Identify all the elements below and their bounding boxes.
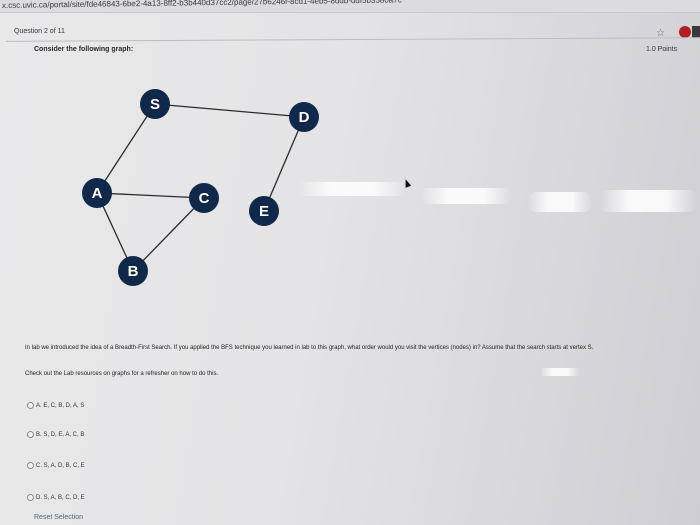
graph-node-label-s: S <box>150 96 160 113</box>
graph-node-label-c: C <box>199 190 210 207</box>
graph-node-label-e: E <box>259 203 269 220</box>
graph-edge-s-d <box>154 103 305 118</box>
radio-button[interactable] <box>27 431 34 438</box>
graph-node-label-a: A <box>92 185 103 202</box>
radio-button[interactable] <box>27 462 34 469</box>
graph-edge-a-c <box>96 192 205 199</box>
reset-selection-link[interactable]: Reset Selection <box>34 514 83 521</box>
graph-node-label-b: B <box>128 263 139 280</box>
graph-diagram: S D A C E B <box>82 89 319 286</box>
answer-option-a[interactable]: A. E, C, B, D, A, S <box>27 402 84 409</box>
answer-option-c[interactable]: C. S, A, D, B, C, E <box>27 462 85 469</box>
graph-node-label-d: D <box>299 109 310 126</box>
radio-button[interactable] <box>27 402 34 409</box>
graph-edge-b-c <box>132 197 205 272</box>
graph-edge-s-a <box>96 103 156 194</box>
graph-edge-d-e <box>263 116 305 212</box>
answer-option-d[interactable]: D. S, A, B, C, D, E <box>27 494 85 501</box>
answer-option-label: D. S, A, B, C, D, E <box>36 494 85 501</box>
answer-option-b[interactable]: B. S, D, E, A, C, B <box>27 431 84 438</box>
question-hint: Check out the Lab resources on graphs fo… <box>25 371 219 377</box>
question-text: In lab we introduced the idea of a Bread… <box>25 345 594 351</box>
answer-option-label: C. S, A, D, B, C, E <box>36 462 85 469</box>
answer-option-label: B. S, D, E, A, C, B <box>36 431 85 438</box>
answer-option-label: A. E, C, B, D, A, S <box>36 402 85 409</box>
radio-button[interactable] <box>27 494 34 501</box>
